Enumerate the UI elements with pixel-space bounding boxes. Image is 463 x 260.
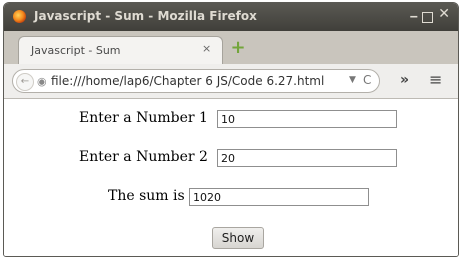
tab-strip: Javascript - Sum × + — [4, 31, 458, 65]
tab-close-icon[interactable]: × — [202, 42, 211, 55]
sum-label: The sum is — [108, 188, 185, 204]
sum-output[interactable]: 1020 — [189, 188, 369, 206]
firefox-logo-icon — [13, 10, 26, 23]
number2-input[interactable]: 20 — [217, 149, 397, 167]
globe-icon: ◉ — [37, 75, 47, 88]
tab-javascript-sum[interactable]: Javascript - Sum × — [18, 36, 223, 64]
number2-label: Enter a Number 2 — [79, 149, 208, 165]
chevron-double-right-icon[interactable]: » — [400, 72, 409, 88]
url-bar[interactable]: ← ◉ file:///home/lap6/Chapter 6 JS/Code … — [12, 69, 380, 93]
close-window-button[interactable]: ✕ — [438, 7, 450, 21]
number1-input[interactable]: 10 — [217, 110, 397, 128]
browser-window: Javascript - Sum - Mozilla Firefox ‒ ✕ J… — [3, 2, 459, 257]
title-bar: Javascript - Sum - Mozilla Firefox ‒ ✕ — [4, 3, 458, 31]
minimize-button[interactable]: ‒ — [410, 9, 418, 23]
number1-label: Enter a Number 1 — [79, 110, 208, 126]
url-text[interactable]: file:///home/lap6/Chapter 6 JS/Code 6.27… — [51, 74, 324, 88]
url-dropdown-icon[interactable]: ▼ — [349, 75, 356, 85]
tab-label: Javascript - Sum — [31, 44, 121, 57]
navigation-bar: ← ◉ file:///home/lap6/Chapter 6 JS/Code … — [4, 64, 458, 99]
maximize-button[interactable] — [422, 12, 433, 23]
window-title: Javascript - Sum - Mozilla Firefox — [34, 9, 257, 23]
show-button[interactable]: Show — [212, 227, 264, 249]
reload-icon[interactable]: C — [363, 73, 371, 87]
new-tab-icon[interactable]: + — [230, 39, 246, 57]
hamburger-menu-icon[interactable]: ≡ — [429, 70, 442, 89]
back-arrow-icon[interactable]: ← — [16, 73, 34, 91]
page-content: Enter a Number 1 10 Enter a Number 2 20 … — [4, 99, 458, 256]
